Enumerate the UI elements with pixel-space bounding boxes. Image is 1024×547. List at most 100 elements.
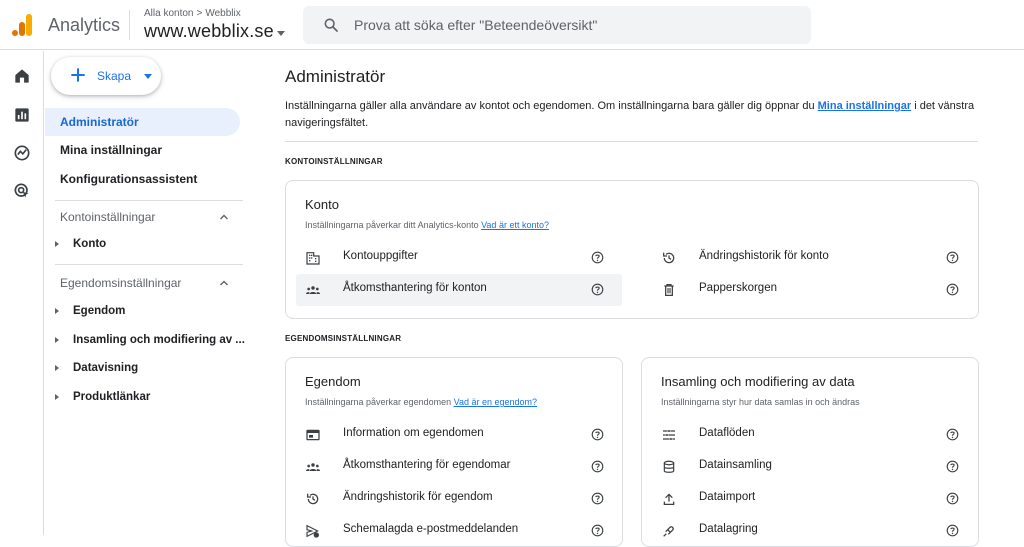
what-is-account-link[interactable]: Vad är ett konto? [481, 220, 549, 230]
account-change-history-row[interactable]: Ändringshistorik för konto [661, 242, 961, 274]
sidebar-tree-data-collection[interactable]: Insamling och modifiering av ... [53, 329, 245, 351]
help-icon[interactable] [591, 428, 604, 441]
row-label: Ändringshistorik för egendom [343, 491, 493, 503]
account-breadcrumb[interactable]: Alla konton > Webblix [144, 8, 241, 19]
data-streams-row[interactable]: Dataflöden [661, 419, 961, 451]
product-name: Analytics [48, 15, 121, 35]
scheduled-send-icon [306, 524, 319, 538]
breadcrumb-separator: > [196, 8, 203, 19]
help-icon[interactable] [591, 524, 604, 537]
explore-icon[interactable] [12, 143, 32, 163]
trash-row[interactable]: Papperskorgen [661, 274, 961, 306]
card-title: Insamling och modifiering av data [661, 374, 855, 389]
row-label: Åtkomsthantering för konton [343, 282, 487, 294]
property-card: Egendom Inställningarna påverkar egendom… [285, 357, 623, 547]
sidebar-section-property-settings[interactable]: Egendomsinställningar [60, 276, 235, 296]
help-icon[interactable] [946, 428, 959, 441]
tree-label: Insamling och modifiering av ... [73, 334, 245, 346]
card-title: Egendom [305, 374, 361, 389]
row-label: Kontouppgifter [343, 250, 418, 262]
plus-icon [71, 68, 85, 82]
breadcrumb-account: Webblix [205, 8, 241, 19]
caret-right-icon [55, 365, 59, 371]
property-selector[interactable]: www.webblix.se [144, 21, 274, 42]
row-label: Datalagring [699, 523, 758, 535]
search-input[interactable]: Prova att söka efter "Beteendeöversikt" [354, 17, 597, 33]
tree-label: Datavisning [73, 362, 139, 374]
section-label: Egendomsinställningar [60, 276, 182, 290]
search-icon [324, 18, 338, 32]
caret-right-icon [55, 394, 59, 400]
building-icon [306, 252, 320, 265]
sidebar-tree-account[interactable]: Konto [53, 233, 243, 255]
row-label: Datainsamling [699, 459, 772, 471]
row-label: Schemalagda e-postmeddelanden [343, 523, 519, 535]
help-icon[interactable] [946, 251, 959, 264]
property-change-history-row[interactable]: Ändringshistorik för egendom [305, 483, 605, 515]
my-settings-link[interactable]: Mina inställningar [818, 100, 912, 112]
database-icon [663, 460, 675, 473]
card-description: Inställningarna påverkar egendomen Vad ä… [305, 397, 537, 407]
row-label: Papperskorgen [699, 282, 777, 294]
sidebar-tree-property[interactable]: Egendom [53, 300, 243, 322]
row-label: Information om egendomen [343, 427, 484, 439]
sidebar-tree-product-links[interactable]: Produktlänkar [53, 386, 243, 408]
row-label: Åtkomsthantering för egendomar [343, 459, 511, 471]
card-desc-text: Inställningarna påverkar ditt Analytics-… [305, 220, 482, 230]
retention-icon [663, 526, 674, 537]
help-icon[interactable] [946, 492, 959, 505]
sidebar-item-my-settings[interactable]: Mina inställningar [45, 136, 240, 164]
breadcrumb-all-accounts: Alla konton [144, 8, 194, 19]
property-access-row[interactable]: Åtkomsthantering för egendomar [305, 451, 605, 483]
property-details-row[interactable]: Information om egendomen [305, 419, 605, 451]
data-retention-row[interactable]: Datalagring [661, 515, 961, 547]
data-streams-icon [663, 430, 675, 440]
help-icon[interactable] [591, 251, 604, 264]
left-rail [0, 51, 44, 535]
sidebar: Skapa Administratör Mina inställningar K… [45, 51, 255, 535]
upload-icon [663, 493, 675, 505]
card-title: Konto [305, 197, 339, 212]
caret-right-icon [55, 308, 59, 314]
caret-down-icon[interactable] [277, 31, 285, 36]
reports-icon[interactable] [12, 105, 32, 125]
help-icon[interactable] [946, 460, 959, 473]
row-label: Dataflöden [699, 427, 755, 439]
account-details-row[interactable]: Kontouppgifter [305, 242, 622, 274]
sidebar-item-admin[interactable]: Administratör [45, 108, 240, 136]
main-content: Administratör Inställningarna gäller all… [285, 51, 1024, 547]
help-icon[interactable] [591, 460, 604, 473]
analytics-logo-icon[interactable] [10, 13, 34, 37]
group-icon [306, 463, 320, 471]
help-icon[interactable] [591, 492, 604, 505]
caret-right-icon [55, 337, 59, 343]
top-bar: Analytics Alla konton > Webblix www.webbli… [0, 0, 1024, 50]
help-icon[interactable] [946, 283, 959, 296]
sidebar-item-setup-assistant[interactable]: Konfigurationsassistent [45, 165, 240, 193]
group-icon [306, 286, 320, 294]
what-is-property-link[interactable]: Vad är en egendom? [454, 397, 537, 407]
help-icon[interactable] [946, 524, 959, 537]
account-access-row[interactable]: Åtkomsthantering för konton [296, 274, 622, 306]
account-settings-heading: KONTOINSTÄLLNINGAR [285, 157, 383, 166]
section-label: Kontoinställningar [60, 210, 156, 224]
card-desc-text: Inställningarna påverkar egendomen [305, 397, 454, 407]
search-bar[interactable]: Prova att söka efter "Beteendeöversikt" [303, 6, 811, 44]
tree-label: Egendom [73, 305, 126, 317]
history-icon [307, 493, 319, 505]
sidebar-divider [55, 200, 243, 201]
intro-text: Inställningarna gäller alla användare av… [285, 98, 979, 132]
chevron-up-icon [220, 280, 228, 286]
data-import-row[interactable]: Dataimport [661, 483, 961, 515]
help-icon[interactable] [591, 283, 604, 296]
home-icon[interactable] [12, 66, 32, 86]
page-title: Administratör [285, 67, 386, 86]
property-settings-heading: EGENDOMSINSTÄLLNINGAR [285, 334, 402, 343]
scheduled-emails-row[interactable]: Schemalagda e-postmeddelanden [305, 515, 605, 547]
data-collection-row[interactable]: Datainsamling [661, 451, 961, 483]
sidebar-tree-data-display[interactable]: Datavisning [53, 357, 243, 379]
sidebar-divider [55, 264, 243, 265]
advertising-icon[interactable] [12, 181, 32, 201]
create-button[interactable]: Skapa [51, 57, 161, 95]
sidebar-section-account-settings[interactable]: Kontoinställningar [60, 210, 235, 230]
